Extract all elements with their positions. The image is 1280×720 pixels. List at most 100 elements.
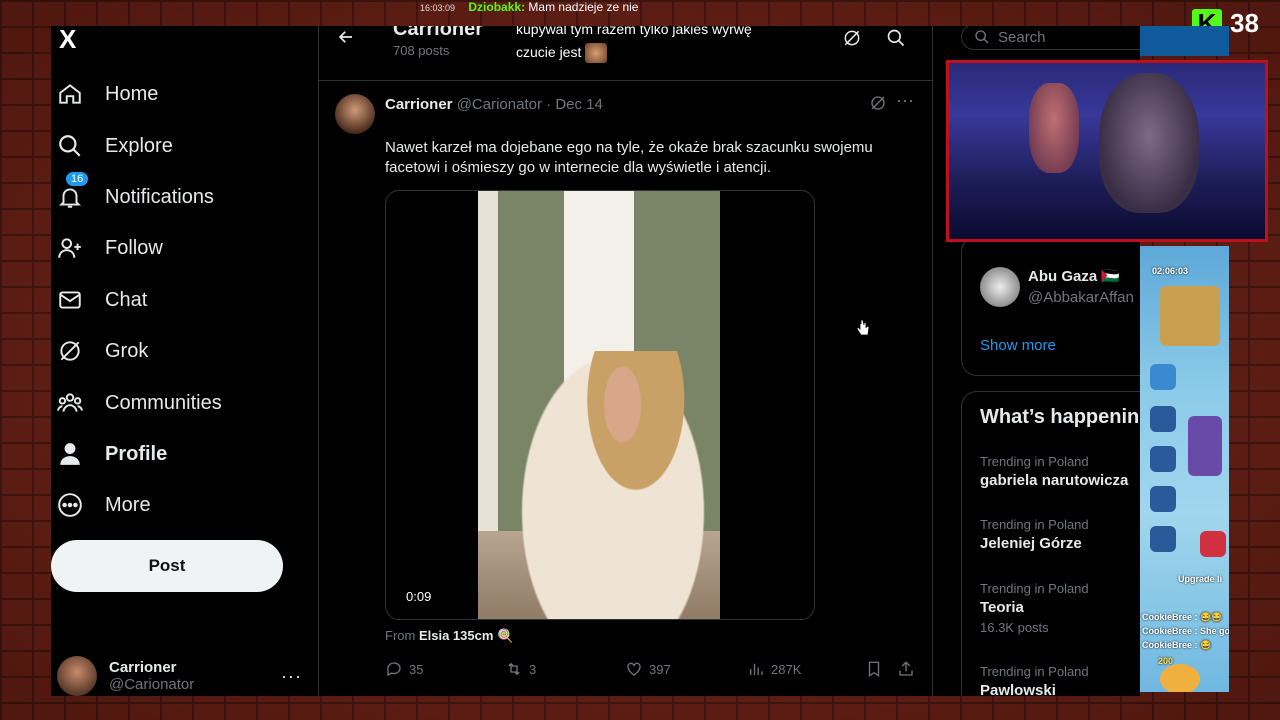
share-icon	[899, 661, 913, 676]
tweet-author-handle[interactable]: @Carionator	[457, 96, 542, 113]
profile-header: Carrioner 708 posts kupywal tym razem ty…	[319, 26, 932, 81]
sidebar-item-chat[interactable]: Chat	[57, 280, 147, 320]
follow-icon	[58, 238, 81, 258]
sidebar-item-home[interactable]: Home	[57, 74, 158, 114]
sidebar-item-communities[interactable]: Communities	[57, 383, 222, 423]
sidebar-item-notifications[interactable]: 16 Notifications	[57, 171, 214, 217]
trend-meta: Trending in Poland	[980, 581, 1089, 596]
sidebar-item-follow[interactable]: Follow	[57, 228, 163, 268]
search-icon[interactable]	[886, 28, 906, 48]
trends-card: What’s happening Trending in Poland gabr…	[961, 391, 1140, 696]
sidebar-item-explore[interactable]: Explore	[57, 126, 173, 166]
communities-icon	[57, 393, 83, 412]
sidebar-item-label: Chat	[105, 288, 148, 311]
main-column: Carrioner 708 posts kupywal tym razem ty…	[318, 26, 933, 696]
trend-item[interactable]: Trending in Poland Pawlowski	[980, 664, 1089, 696]
like-button[interactable]: 397	[625, 660, 747, 678]
post-button[interactable]: Post	[51, 540, 283, 592]
x-logo-icon[interactable]: X	[59, 26, 83, 52]
game-tool-icon	[1150, 406, 1176, 432]
game-chat-line: CookieBree : 😂	[1142, 640, 1212, 650]
trend-meta: Trending in Poland	[980, 517, 1089, 532]
page-title: Carrioner	[393, 26, 484, 40]
chat-timestamp: 16:03:09	[420, 3, 456, 13]
trend-item[interactable]: Trending in Poland Jeleniej Górze	[980, 517, 1089, 552]
sidebar-item-more[interactable]: More	[57, 485, 151, 525]
grok-icon[interactable]	[869, 94, 887, 112]
chat-nickname: Dziobakk:	[468, 0, 526, 14]
trend-meta: Trending in Poland	[980, 664, 1089, 679]
account-handle: @Carionator	[109, 676, 195, 693]
game-timer: 02:06:03	[1152, 266, 1189, 276]
sidebar-item-label: Follow	[105, 236, 163, 259]
streamer-webcam	[946, 60, 1268, 242]
sidebar-nav: X Home Explore 16 Notifications Follow C…	[51, 26, 318, 696]
bookmark-icon	[868, 661, 880, 678]
game-pet-icon	[1160, 664, 1200, 692]
separator-dot: ·	[546, 96, 552, 113]
reply-icon	[387, 662, 401, 677]
stream-chat-overlay: 16:03:09 Dziobakk: Mam nadzieje ze nie	[420, 0, 638, 14]
suggested-user-handle[interactable]: @AbbakarAffan	[1028, 289, 1134, 306]
more-circle-icon	[58, 493, 82, 517]
more-dots-icon[interactable]: ···	[896, 90, 914, 111]
trend-name: gabriela narutowicza	[980, 472, 1129, 489]
reply-button[interactable]: 35	[385, 660, 505, 678]
video-duration: 0:09	[406, 589, 432, 604]
search-input[interactable]: Search	[961, 26, 1140, 50]
game-build-icon	[1150, 526, 1176, 552]
mail-icon	[59, 291, 81, 309]
repost-count: 3	[529, 661, 537, 677]
webcam-person	[1099, 73, 1199, 213]
from-name[interactable]: Elsia 135cm 🍭	[419, 628, 513, 643]
sidebar-item-label: Explore	[105, 134, 173, 157]
trend-name: Jeleniej Górze	[980, 535, 1082, 552]
grok-icon	[60, 341, 80, 361]
from-label: From	[385, 628, 416, 643]
grok-icon[interactable]	[842, 28, 862, 48]
game-list-icon	[1150, 446, 1176, 472]
video-source[interactable]: From Elsia 135cm 🍭	[385, 628, 513, 644]
more-dots-icon[interactable]: ···	[281, 666, 302, 687]
heart-icon	[627, 662, 641, 676]
post-count: 708 posts	[393, 43, 450, 58]
tweet-author-name[interactable]: Carrioner	[385, 96, 453, 113]
views-icon	[750, 663, 763, 675]
video-frame	[478, 191, 720, 619]
trend-count: 16.3K posts	[980, 620, 1049, 635]
repost-icon	[508, 662, 520, 676]
sidebar-item-profile[interactable]: Profile	[57, 434, 167, 474]
mobile-game-overlay: 02:06:03 Upgrade li CookieBree : 😂😂 Cook…	[1140, 246, 1229, 692]
bookmark-button[interactable]	[865, 660, 897, 678]
tweet-actions: 35 3 397 287K	[385, 660, 915, 678]
game-location-icon	[1150, 486, 1176, 512]
trend-item[interactable]: Trending in Poland Teoria 16.3K posts	[980, 581, 1089, 635]
share-button[interactable]	[897, 660, 915, 678]
trend-item[interactable]: Trending in Poland gabriela narutowicza	[980, 454, 1128, 489]
sidebar-item-grok[interactable]: Grok	[57, 331, 148, 371]
back-arrow-icon[interactable]	[337, 28, 355, 52]
webcam-plush	[1029, 83, 1079, 173]
sidebar-item-label: Home	[105, 82, 159, 105]
sidebar-item-label: Grok	[105, 339, 149, 362]
avatar[interactable]	[335, 94, 375, 134]
search-icon	[975, 30, 989, 44]
views-button[interactable]: 287K	[747, 660, 865, 678]
game-chat-line: CookieBree : 😂😂	[1142, 612, 1223, 622]
tweet-video[interactable]: 0:09	[385, 190, 815, 620]
search-icon	[59, 135, 81, 157]
chat-line: czucie jest	[516, 44, 582, 60]
like-count: 397	[649, 661, 671, 677]
repost-button[interactable]: 3	[505, 660, 625, 678]
game-chat-line: CookieBree : She go	[1142, 626, 1229, 636]
account-switcher[interactable]: Carrioner @Carionator ···	[57, 656, 302, 696]
avatar	[57, 656, 97, 696]
avatar[interactable]	[980, 267, 1020, 307]
reply-count: 35	[409, 661, 424, 677]
game-map-icon	[1150, 364, 1176, 390]
game-top-banner	[1140, 26, 1229, 56]
trend-name: Teoria	[980, 599, 1024, 616]
suggested-user-name[interactable]: Abu Gaza 🇵🇸	[1028, 267, 1120, 285]
show-more-link[interactable]: Show more	[980, 337, 1056, 354]
tweet-date[interactable]: Dec 14	[555, 96, 603, 113]
